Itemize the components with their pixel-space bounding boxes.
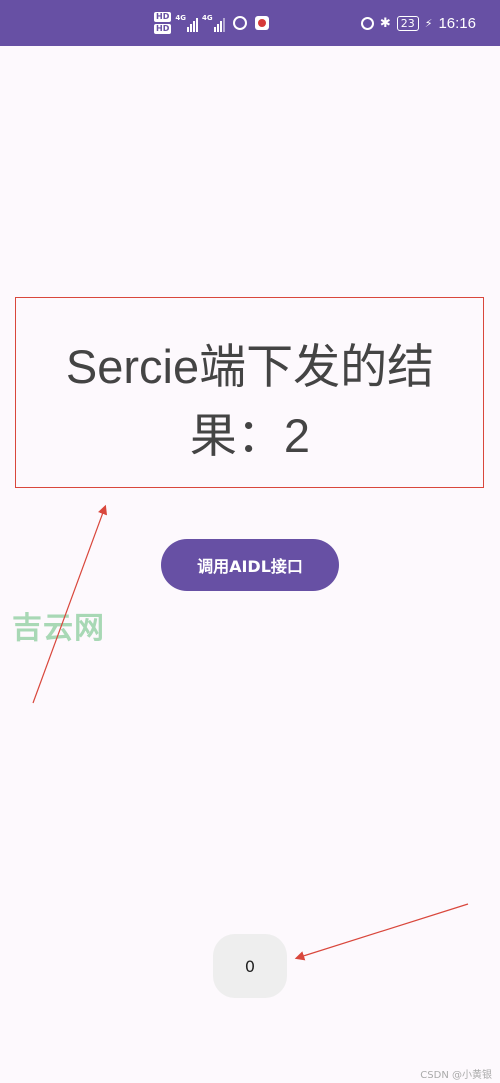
annotation-arrow [32, 504, 108, 704]
footer-credit: CSDN @小黄银 [420, 1070, 492, 1081]
annotation-arrow [294, 903, 469, 961]
annotation-arrows [32, 504, 469, 961]
